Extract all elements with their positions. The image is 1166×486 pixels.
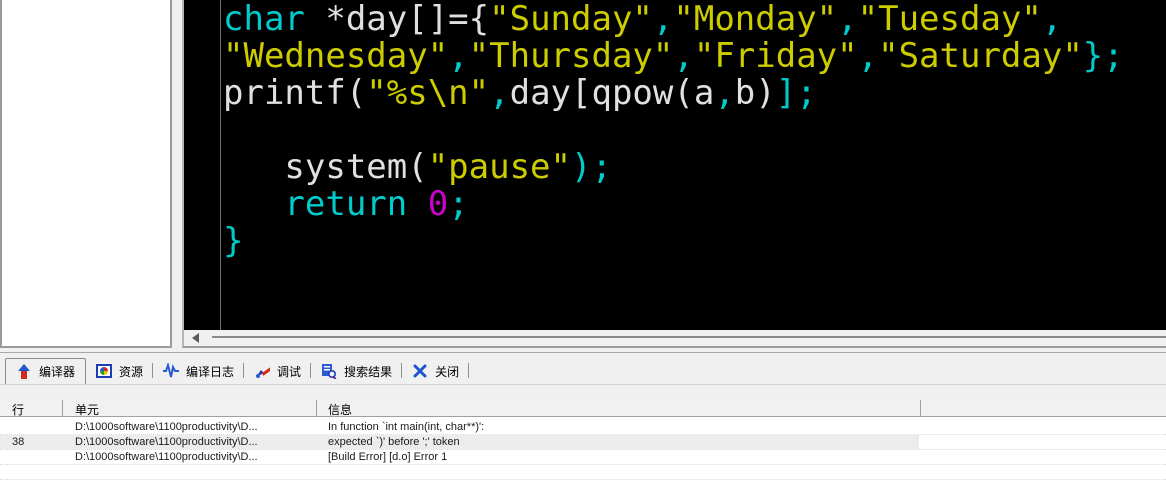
- code-token: printf(: [223, 73, 366, 113]
- code-editor[interactable]: char *day[]={"Sunday","Monday","Tuesday"…: [184, 0, 1166, 330]
- code-token: }: [223, 221, 243, 261]
- table-row[interactable]: D:\1000software\1100productivity\D...In …: [0, 420, 1166, 435]
- code-token: ,: [673, 36, 693, 76]
- code-line: return 0;: [223, 186, 1124, 223]
- code-token: ,: [714, 73, 734, 113]
- scrollbar-thumb[interactable]: [212, 336, 1166, 338]
- code-token: ,: [858, 36, 878, 76]
- code-token: system(: [223, 147, 428, 187]
- cell-line: 38: [0, 435, 63, 449]
- cell-unit: D:\1000software\1100productivity\D...: [63, 420, 317, 434]
- debug-icon: [254, 363, 270, 379]
- table-header: 行 单元 信息: [0, 400, 1166, 417]
- code-token: );: [571, 147, 612, 187]
- column-header-message[interactable]: 信息: [317, 400, 921, 416]
- tab-search-results[interactable]: 搜索结果: [311, 358, 402, 384]
- tab-label: 调试: [277, 363, 301, 380]
- code-token: "%s\n": [366, 73, 489, 113]
- table-row[interactable]: D:\1000software\1100productivity\D...[Bu…: [0, 450, 1166, 465]
- tab-resources[interactable]: 资源: [86, 358, 153, 384]
- tab-label: 关闭: [435, 363, 459, 380]
- code-token: ;: [448, 184, 468, 224]
- code-token: };: [1083, 36, 1124, 76]
- search-results-icon: [321, 363, 337, 379]
- gutter-divider: [220, 0, 221, 330]
- code-token: return: [284, 184, 407, 224]
- tab-label: 编译器: [39, 363, 75, 380]
- column-header-unit[interactable]: 单元: [63, 400, 317, 416]
- cell-message: expected `)' before ';' token: [317, 435, 921, 449]
- cell-line: [0, 465, 63, 479]
- code-token: ,: [653, 0, 673, 39]
- column-header-line[interactable]: 行: [0, 400, 63, 416]
- resources-icon: [96, 363, 112, 379]
- table-body: D:\1000software\1100productivity\D...In …: [0, 417, 1166, 480]
- column-header-extra[interactable]: [921, 400, 1166, 416]
- code-token: *day[]={: [305, 0, 489, 39]
- cell-extra: [921, 450, 1166, 464]
- horizontal-scrollbar[interactable]: [184, 330, 1166, 346]
- code-token: [407, 184, 427, 224]
- table-row[interactable]: 38D:\1000software\1100productivity\D...e…: [0, 435, 1166, 450]
- code-token: [223, 184, 284, 224]
- scroll-left-arrow-icon[interactable]: [192, 333, 199, 343]
- code-token: "Friday": [694, 36, 858, 76]
- cell-line: [0, 420, 63, 434]
- cell-message: [317, 465, 921, 479]
- code-token: "Tuesday": [858, 0, 1042, 39]
- tab-close[interactable]: 关闭: [402, 358, 469, 384]
- code-line: "Wednesday","Thursday","Friday","Saturda…: [223, 38, 1124, 75]
- report-panel: 编译器 资源 编译日志 调试 搜索结果 关闭 行 单元 信息 D:\1000softwar…: [0, 352, 1166, 486]
- code-line: char *day[]={"Sunday","Monday","Tuesday"…: [223, 1, 1124, 38]
- cell-unit: [63, 465, 317, 479]
- table-row[interactable]: [0, 465, 1166, 480]
- compiler-icon: [16, 364, 32, 380]
- tab-label: 编译日志: [186, 363, 234, 380]
- code-token: ,: [837, 0, 857, 39]
- code-token: "Saturday": [878, 36, 1083, 76]
- code-token: "Sunday": [489, 0, 653, 39]
- code-token: "pause": [428, 147, 571, 187]
- code-text: char *day[]={"Sunday","Monday","Tuesday"…: [223, 1, 1124, 260]
- report-tab-bar: 编译器 资源 编译日志 调试 搜索结果 关闭: [0, 353, 1166, 385]
- close-icon: [412, 363, 428, 379]
- code-line: }: [223, 223, 1124, 260]
- compile-log-icon: [163, 363, 179, 379]
- cell-unit: D:\1000software\1100productivity\D...: [63, 450, 317, 464]
- code-line: printf("%s\n",day[qpow(a,b)];: [223, 75, 1124, 112]
- tab-label: 搜索结果: [344, 363, 392, 380]
- code-token: "Wednesday": [223, 36, 448, 76]
- tab-compiler[interactable]: 编译器: [5, 358, 86, 384]
- code-token: day[qpow(a: [510, 73, 715, 113]
- tab-debug[interactable]: 调试: [244, 358, 311, 384]
- tab-label: 资源: [119, 363, 143, 380]
- cell-unit: D:\1000software\1100productivity\D...: [63, 435, 317, 449]
- code-token: char: [223, 0, 305, 39]
- compiler-output-table: 行 单元 信息 D:\1000software\1100productivity…: [0, 400, 1166, 486]
- code-token: "Thursday": [469, 36, 674, 76]
- cell-extra: [921, 435, 1166, 449]
- code-token: b): [735, 73, 776, 113]
- code-token: ];: [776, 73, 817, 113]
- cell-message: In function `int main(int, char**)':: [317, 420, 921, 434]
- code-line: [223, 112, 1124, 149]
- project-browser-panel: [0, 0, 172, 348]
- code-token: 0: [428, 184, 448, 224]
- cell-line: [0, 450, 63, 464]
- tab-compile-log[interactable]: 编译日志: [153, 358, 244, 384]
- cell-extra: [921, 420, 1166, 434]
- code-token: "Monday": [673, 0, 837, 39]
- code-token: ,: [1042, 0, 1062, 39]
- editor-container: char *day[]={"Sunday","Monday","Tuesday"…: [182, 0, 1166, 348]
- code-line: system("pause");: [223, 149, 1124, 186]
- code-token: ,: [489, 73, 509, 113]
- cell-extra: [921, 465, 1166, 479]
- cell-message: [Build Error] [d.o] Error 1: [317, 450, 921, 464]
- code-token: ,: [448, 36, 468, 76]
